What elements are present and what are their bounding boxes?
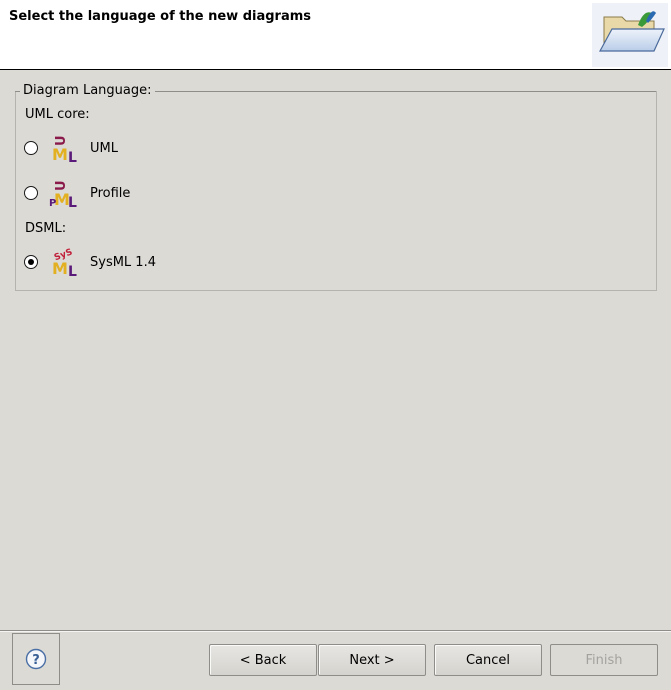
svg-text:P: P xyxy=(49,198,56,209)
svg-text:L: L xyxy=(68,264,77,278)
svg-text:M: M xyxy=(52,145,68,164)
back-button[interactable]: < Back xyxy=(209,644,317,676)
help-button[interactable]: ? xyxy=(12,633,60,685)
help-icon: ? xyxy=(25,648,47,670)
wizard-header: Select the language of the new diagrams xyxy=(0,0,671,70)
folder-open-icon xyxy=(592,3,668,67)
section-label-uml-core: UML core: xyxy=(25,107,90,122)
radio-button[interactable] xyxy=(24,186,38,200)
radio-button-selected[interactable] xyxy=(24,255,38,269)
uml-icon: U M L xyxy=(52,135,77,164)
radio-label-uml: UML xyxy=(90,140,118,156)
section-label-dsml: DSML: xyxy=(25,221,67,236)
cancel-button[interactable]: Cancel xyxy=(434,644,542,676)
radio-button[interactable] xyxy=(24,141,38,155)
next-button[interactable]: Next > xyxy=(318,644,426,676)
finish-button[interactable]: Finish xyxy=(550,644,658,676)
svg-text:?: ? xyxy=(32,653,40,668)
radio-sysml[interactable]: SyS M L SysML 1.4 xyxy=(24,245,156,279)
radio-profile[interactable]: U M L P Profile xyxy=(24,176,130,210)
svg-text:L: L xyxy=(68,150,77,164)
svg-text:L: L xyxy=(68,195,77,209)
svg-text:M: M xyxy=(52,259,68,278)
radio-label-profile: Profile xyxy=(90,185,131,201)
group-legend: Diagram Language: xyxy=(23,83,152,98)
radio-label-sysml: SysML 1.4 xyxy=(90,254,156,270)
sysml-icon: SyS M L xyxy=(52,248,77,278)
uml-profile-icon: U M L P xyxy=(49,180,77,209)
page-title: Select the language of the new diagrams xyxy=(9,9,312,24)
radio-uml[interactable]: U M L UML xyxy=(24,131,118,165)
